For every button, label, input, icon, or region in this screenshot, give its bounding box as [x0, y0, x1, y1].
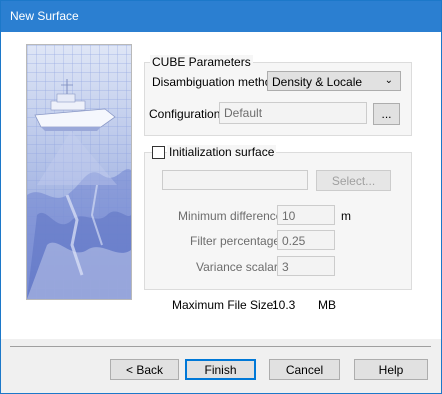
finish-button[interactable]: Finish	[185, 359, 256, 380]
filter-percentage-value: 0.25	[282, 234, 306, 248]
disambiguation-method-dropdown[interactable]: Density & Locale ⌄	[267, 71, 401, 91]
min-difference-label: Minimum difference:	[178, 209, 286, 223]
window-title: New Surface	[10, 9, 79, 23]
title-bar[interactable]: New Surface	[1, 1, 441, 32]
min-difference-field[interactable]: 10	[277, 205, 335, 225]
min-difference-value: 10	[282, 209, 296, 223]
disambiguation-value: Density & Locale	[272, 75, 363, 89]
chevron-down-icon: ⌄	[384, 75, 393, 86]
variance-scalar-label: Variance scalar:	[196, 260, 282, 274]
disambiguation-label: Disambiguation method:	[152, 75, 282, 89]
max-file-size-value: 10.3	[272, 298, 296, 312]
separator	[10, 346, 431, 347]
max-file-size-unit: MB	[318, 298, 336, 312]
back-button[interactable]: < Back	[110, 359, 179, 380]
configuration-field[interactable]: Default	[219, 102, 367, 124]
help-button[interactable]: Help	[354, 359, 428, 380]
variance-scalar-field[interactable]: 3	[277, 256, 335, 276]
initialization-surface-checkbox[interactable]	[152, 146, 165, 159]
cube-parameters-title: CUBE Parameters	[150, 55, 253, 69]
min-difference-unit: m	[341, 209, 351, 223]
initialization-surface-label: Initialization surface	[167, 145, 277, 159]
new-surface-dialog: New Surface CUBE Parameters Disambiguati…	[0, 0, 442, 394]
variance-scalar-value: 3	[282, 260, 289, 274]
survey-ship-seafloor-image	[27, 45, 131, 299]
configuration-value: Default	[224, 106, 263, 120]
filter-percentage-label: Filter percentage:	[190, 234, 284, 248]
browse-configuration-button[interactable]: ...	[373, 103, 400, 125]
filter-percentage-field[interactable]: 0.25	[277, 230, 335, 250]
select-surface-button[interactable]: Select...	[316, 170, 391, 191]
initialization-file-field[interactable]	[162, 170, 308, 190]
cancel-button[interactable]: Cancel	[269, 359, 340, 380]
survey-illustration	[26, 44, 132, 300]
configuration-label: Configuration:	[149, 107, 224, 121]
max-file-size-label: Maximum File Size:	[172, 298, 277, 312]
